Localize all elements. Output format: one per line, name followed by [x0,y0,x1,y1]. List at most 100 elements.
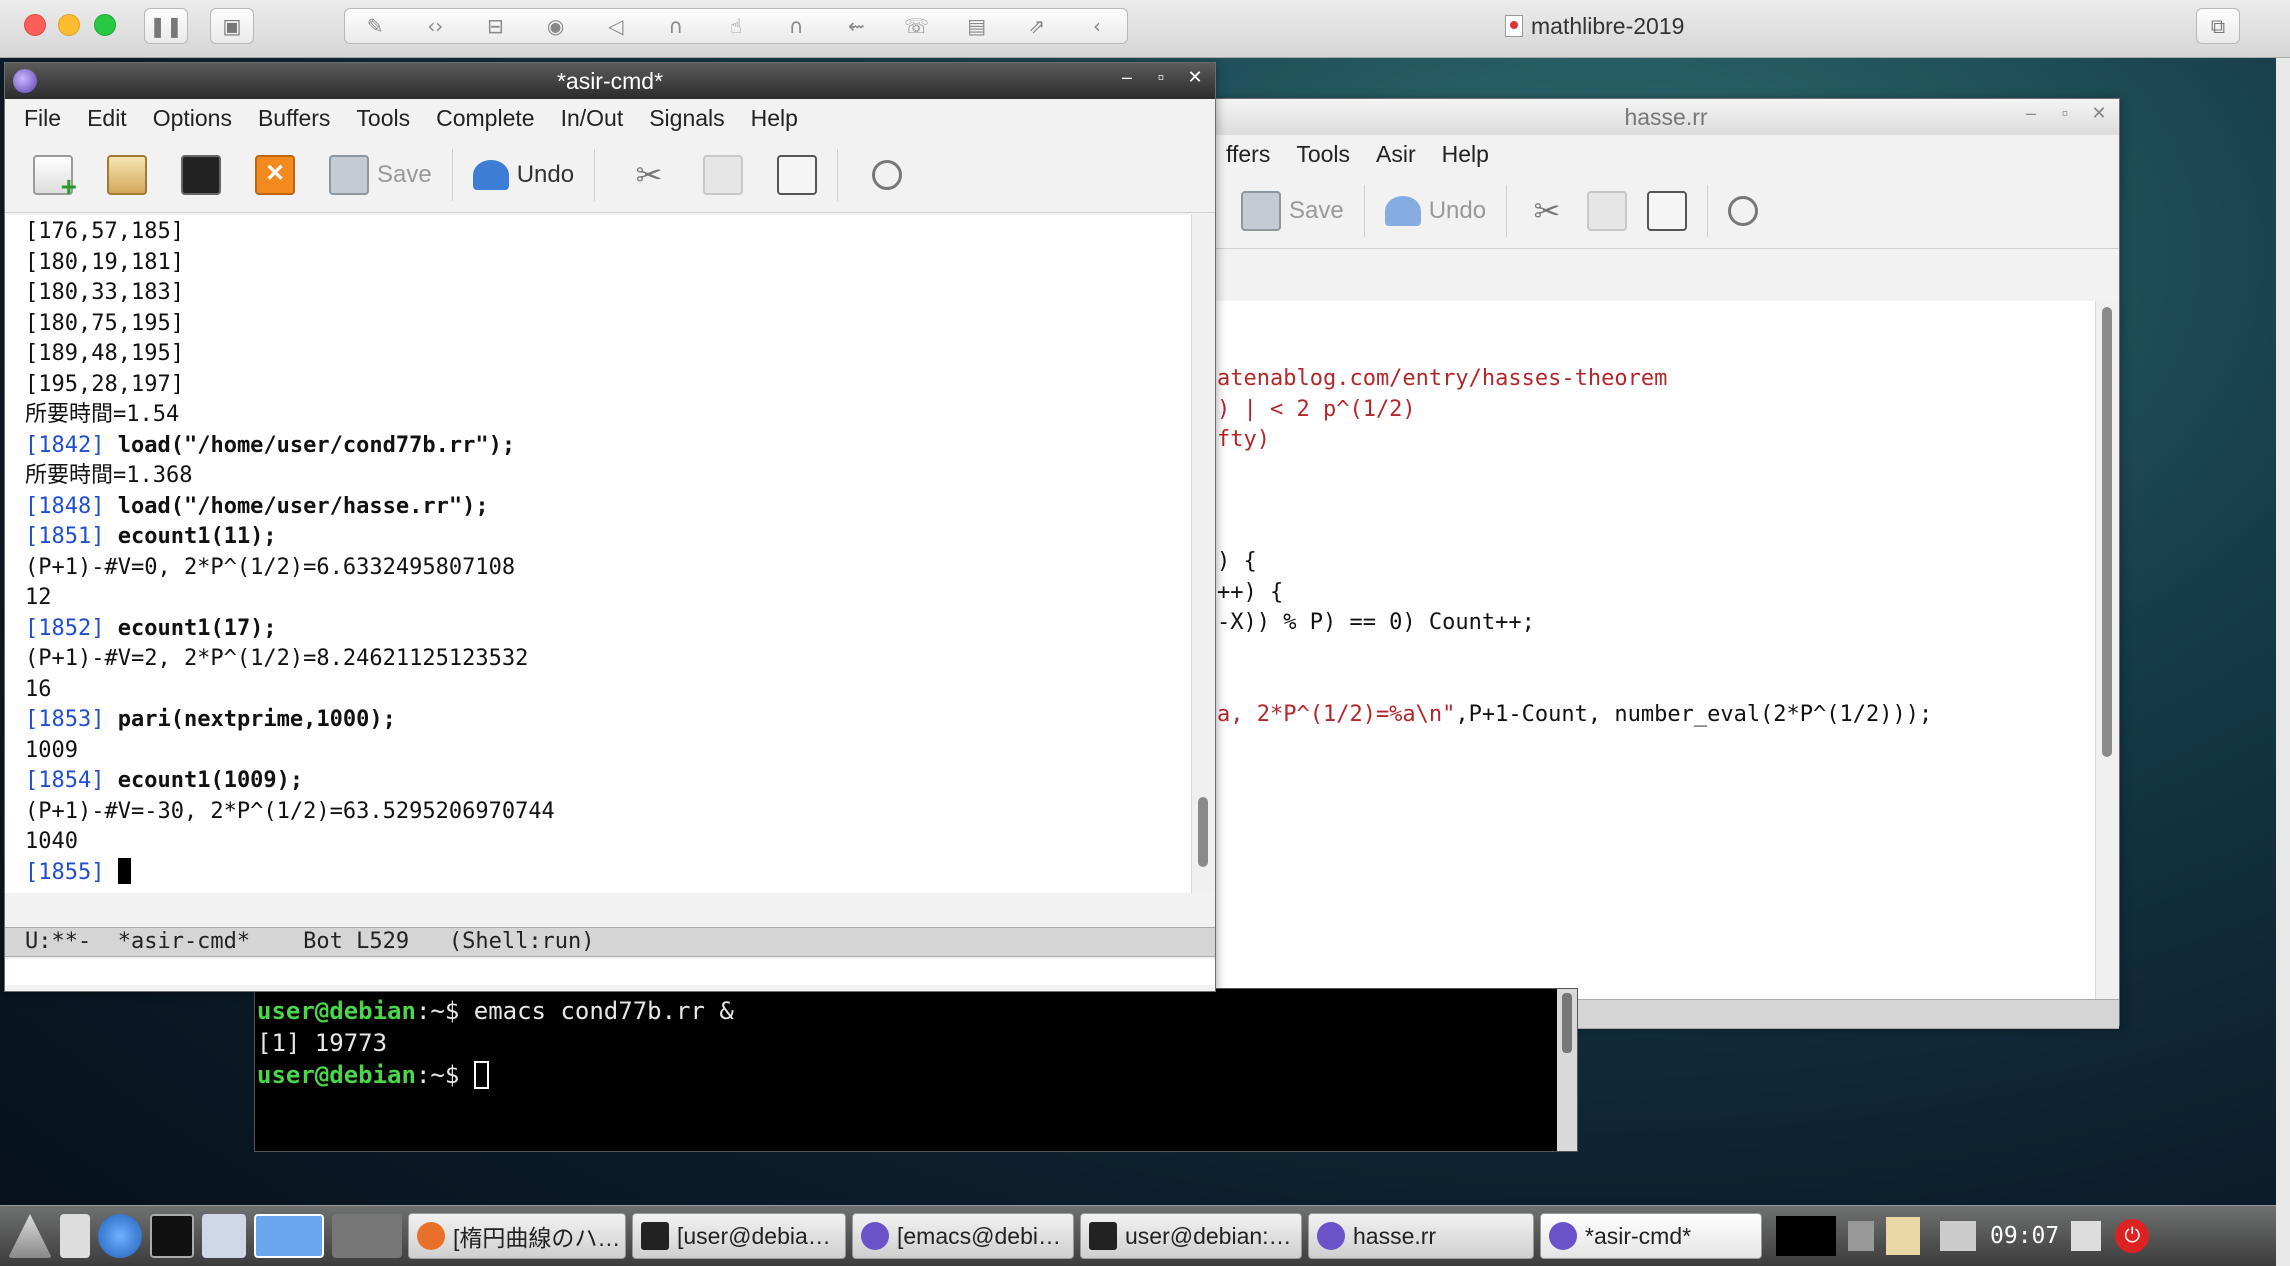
task-label: *asir-cmd* [1585,1222,1692,1249]
task-button[interactable]: [user@debia… [632,1213,846,1259]
pause-icon[interactable]: ❚❚ [144,8,188,44]
minimize-icon[interactable]: – [2021,103,2041,124]
menu-item-tools[interactable]: Tools [343,105,423,132]
task-button[interactable]: [emacs@debi… [852,1213,1074,1259]
workspace-2[interactable] [332,1214,402,1258]
close-icon[interactable]: ✕ [1185,67,1205,88]
speaker-icon[interactable]: ◁ [586,14,646,38]
network-icon[interactable] [1940,1221,1976,1251]
scrollbar-thumb[interactable] [1198,797,1208,867]
search-icon [872,159,903,190]
terminal-path: :~$ [415,1061,474,1089]
asir-buffer[interactable]: [176,57,185] [180,19,181] [180,33,183] [180… [5,215,1191,893]
headset-icon[interactable]: ∩ [646,14,706,38]
task-label: user@debian:… [1125,1222,1292,1249]
copy-button[interactable] [703,147,744,203]
save-button[interactable]: Save [1241,183,1344,239]
share-icon[interactable]: ⇗ [1007,14,1067,38]
disk-icon[interactable]: ⊟ [465,14,525,38]
copy-button[interactable] [1587,183,1628,239]
collapse-icon[interactable]: ‹ [1067,14,1127,38]
kill-buffer-button[interactable]: ✕ [255,147,295,203]
printer-icon[interactable]: ▤ [947,14,1007,38]
snapshot-icon[interactable]: ▣ [210,8,254,44]
scrollbar-thumb[interactable] [1562,993,1572,1053]
task-button[interactable]: [楕円曲線のハ… [408,1213,626,1259]
close-window-button[interactable] [24,14,46,36]
hasse-title: hasse.rr [1624,103,1708,130]
hasse-scrollbar[interactable] [2095,301,2119,1001]
save-button[interactable]: Save [329,147,432,203]
open-file-button[interactable] [107,147,147,203]
search-button[interactable] [872,147,903,203]
hasse-window-controls: – ▫ ✕ [2021,103,2109,124]
menu-item-tools[interactable]: Tools [1283,141,1363,168]
dired-button[interactable] [181,147,221,203]
menu-item-buffers[interactable]: Buffers [245,105,343,132]
display-icon[interactable] [2071,1221,2102,1251]
menu-item-file[interactable]: File [11,105,74,132]
code-icon[interactable]: ‹› [405,14,465,38]
menu-item-options[interactable]: Options [140,105,245,132]
text-cursor [117,857,131,884]
show-desktop-icon[interactable] [60,1214,90,1258]
menu-item-help[interactable]: Help [1429,141,1502,168]
task-button[interactable]: hasse.rr [1308,1213,1534,1259]
paste-button[interactable] [1647,183,1688,239]
terminal-line: user@debian:~$ emacs cond77b.rr & [257,995,1577,1027]
camera-icon[interactable]: ◉ [525,14,585,38]
file-manager-icon[interactable] [202,1214,246,1258]
string-literal: a, 2*P^(1/2)=%a\n" [1217,701,1456,727]
host-edge [2276,58,2290,1266]
output-text: 1009 [25,737,78,763]
menu-item-signals[interactable]: Signals [636,105,737,132]
buffer-line: 16 [25,675,1191,706]
paste-button[interactable] [777,147,818,203]
power-icon[interactable]: ⏻ [2115,1219,2150,1253]
clipboard-tray-icon[interactable] [1886,1217,1920,1255]
restore-icon[interactable]: ⧉ [2196,8,2240,44]
scrollbar-thumb[interactable] [2102,307,2112,757]
save-label: Save [1289,196,1344,224]
search-button[interactable] [1728,183,1759,239]
zoom-window-button[interactable] [94,14,116,36]
phone-icon[interactable]: ☏ [886,14,946,38]
terminal-launcher-icon[interactable] [150,1214,194,1258]
menu-item-help[interactable]: Help [738,105,811,132]
menu-item-ffers[interactable]: ffers [1213,141,1283,168]
wrench-icon[interactable]: ✎ [345,14,405,38]
menu-item-asir[interactable]: Asir [1363,141,1429,168]
terminal-scrollbar[interactable] [1557,989,1577,1151]
menu-item-edit[interactable]: Edit [74,105,140,132]
usb-icon[interactable]: ⇜ [826,14,886,38]
new-file-button[interactable] [33,147,77,203]
mouse-icon[interactable]: ☝ [706,14,766,38]
cut-button[interactable]: ✂ [629,147,669,203]
asir-scrollbar[interactable] [1191,215,1215,893]
cut-button[interactable]: ✂ [1527,183,1567,239]
vm-icon [1505,15,1523,37]
buffer-line: 1040 [25,827,1191,858]
menu-item-complete[interactable]: Complete [423,105,547,132]
clock[interactable]: 09:07 [1990,1223,2059,1249]
workspace-1[interactable] [254,1214,324,1258]
terminal-window[interactable]: user@debian:~$ emacs cond77b.rr & [1] 197… [254,988,1578,1152]
close-icon[interactable]: ✕ [2089,103,2109,124]
minimize-window-button[interactable] [58,14,80,36]
headphones-icon[interactable]: ∩ [766,14,826,38]
asir-titlebar[interactable]: *asir-cmd* – ▫ ✕ [5,63,1215,99]
maximize-icon[interactable]: ▫ [1151,67,1171,88]
minimize-icon[interactable]: – [1117,67,1137,88]
undo-button[interactable]: Undo [472,147,574,203]
browser-icon[interactable] [98,1214,142,1258]
task-button[interactable]: *asir-cmd* [1540,1213,1762,1259]
start-menu-icon[interactable] [8,1214,52,1258]
hasse-titlebar[interactable]: hasse.rr – ▫ ✕ [1213,99,2119,135]
hasse-buffer[interactable]: atenablog.com/entry/hasses-theorem) | < … [1213,301,2095,1001]
undo-button[interactable]: Undo [1384,183,1486,239]
menu-item-inout[interactable]: In/Out [548,105,637,132]
task-button[interactable]: user@debian:… [1080,1213,1302,1259]
maximize-icon[interactable]: ▫ [2055,103,2075,124]
minibuffer[interactable] [5,959,1215,985]
